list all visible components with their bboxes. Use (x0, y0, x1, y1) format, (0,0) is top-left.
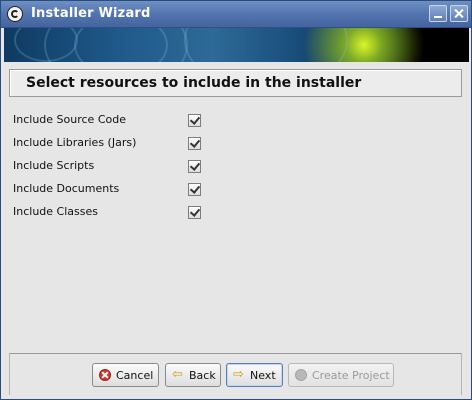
cancel-icon (99, 369, 111, 381)
banner-image (4, 28, 469, 62)
close-icon[interactable] (450, 5, 468, 22)
window-title: Installer Wizard (31, 6, 151, 21)
option-checkbox-scripts[interactable] (188, 160, 201, 173)
create-project-button-label: Create Project (312, 368, 390, 382)
title-bar[interactable]: Installer Wizard (1, 1, 471, 28)
option-checkbox-documents[interactable] (188, 183, 201, 196)
option-label-classes: Include Classes (13, 205, 98, 218)
option-label-documents: Include Documents (13, 182, 120, 195)
next-button[interactable]: ⇨ Next (226, 363, 283, 387)
option-label-libraries: Include Libraries (Jars) (13, 136, 137, 149)
option-checkbox-source-code[interactable] (188, 114, 201, 127)
installer-window: Installer Wizard Select resources to inc… (0, 0, 472, 400)
app-logo-icon (7, 6, 23, 22)
minimize-icon[interactable] (429, 5, 447, 22)
option-checkbox-libraries[interactable] (188, 137, 201, 150)
back-button-label: Back (189, 368, 216, 382)
create-project-button[interactable]: Create Project (288, 363, 394, 387)
back-arrow-icon: ⇦ (172, 367, 183, 382)
next-button-label: Next (250, 368, 276, 382)
option-checkbox-classes[interactable] (188, 206, 201, 219)
option-label-scripts: Include Scripts (13, 159, 95, 172)
step-heading: Select resources to include in the insta… (26, 75, 362, 91)
back-button[interactable]: ⇦ Back (165, 363, 221, 387)
create-project-icon (295, 369, 307, 381)
step-heading-panel: Select resources to include in the insta… (9, 69, 462, 97)
cancel-button[interactable]: Cancel (92, 363, 159, 387)
option-label-source-code: Include Source Code (13, 113, 126, 126)
next-arrow-icon: ⇨ (233, 367, 244, 382)
cancel-button-label: Cancel (116, 368, 154, 382)
